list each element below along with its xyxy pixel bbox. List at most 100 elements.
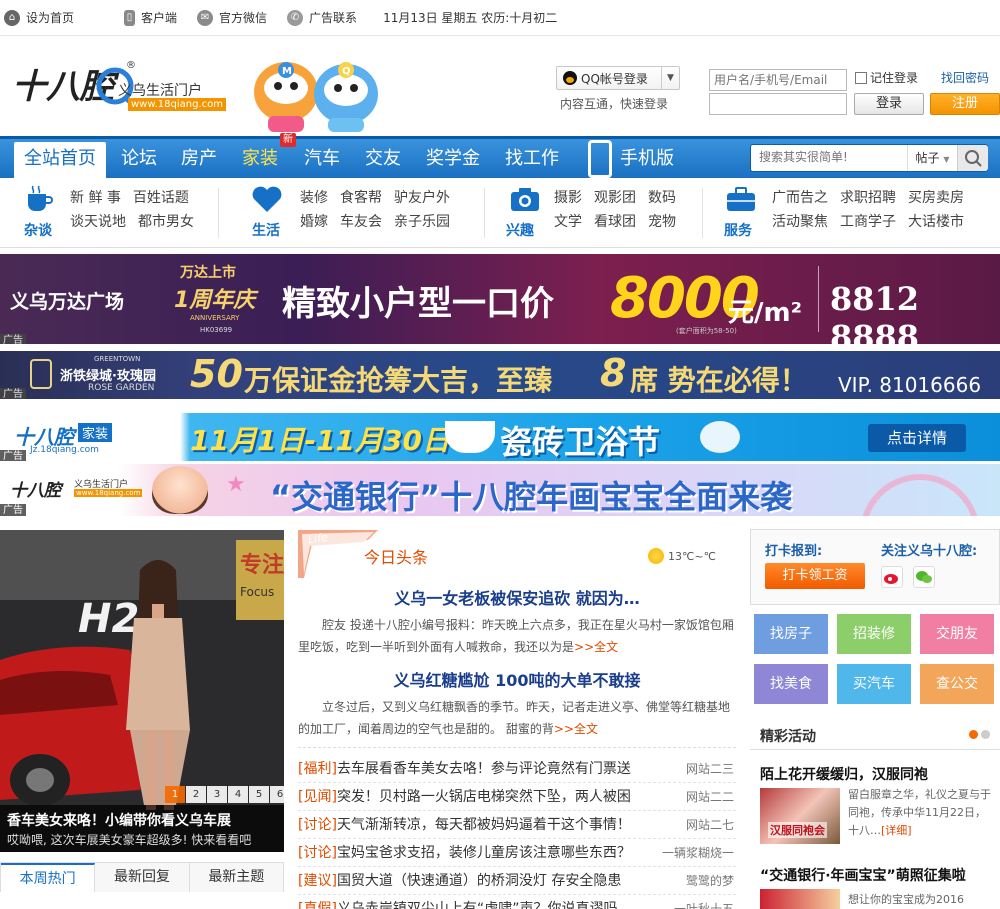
slider-page[interactable]: 1 xyxy=(165,786,185,803)
category-link[interactable]: 文学 xyxy=(554,210,582,234)
weibo-icon[interactable] xyxy=(881,566,903,588)
register-button[interactable]: 注册 xyxy=(930,93,1000,115)
make-friends-button[interactable]: 交朋友 xyxy=(920,614,994,654)
tab-weekly-hot[interactable]: 本周热门 xyxy=(1,863,96,892)
find-food-button[interactable]: 找美食 xyxy=(754,664,828,704)
slider-page[interactable]: 2 xyxy=(186,786,206,803)
category-link[interactable]: 都市男女 xyxy=(138,210,194,234)
nav-dating[interactable]: 交友 xyxy=(365,139,401,178)
activity-image[interactable] xyxy=(760,889,840,909)
category-link[interactable]: 装修 xyxy=(300,186,328,210)
read-more-link[interactable]: >>全文 xyxy=(554,722,598,736)
nav-scholarship[interactable]: 奖学金 xyxy=(426,139,480,178)
client-link[interactable]: ▯ 客户端 xyxy=(124,9,177,26)
category-link[interactable]: 活动聚焦 xyxy=(772,210,828,234)
activity-image[interactable]: 汉服同袍会 xyxy=(760,788,840,844)
checkin-button[interactable]: 打卡领工资 xyxy=(765,563,865,589)
category-link[interactable]: 观影团 xyxy=(594,186,636,210)
ad-contact-link[interactable]: ✆ 广告联系 xyxy=(287,9,357,26)
nav-home[interactable]: 全站首页 xyxy=(14,142,106,178)
slider-page[interactable]: 3 xyxy=(207,786,227,803)
headline-2[interactable]: 义乌红糖尴尬 100吨的大单不敢接 xyxy=(298,667,736,691)
category-title[interactable]: 生活 xyxy=(252,220,280,240)
list-item[interactable]: [讨论]天气渐渐转凉，每天都被妈妈逼着干这个事情！ 网站二七 xyxy=(298,811,736,839)
nav-house[interactable]: 房产 xyxy=(181,139,217,178)
category-link[interactable]: 工商学子 xyxy=(840,210,896,234)
activity-dots xyxy=(966,730,990,739)
category-link[interactable]: 广而告之 xyxy=(772,186,828,210)
nav-jobs[interactable]: 找工作 xyxy=(505,139,559,178)
site-logo[interactable]: 十八腔 ® 义乌生活门户 www.18qiang.com xyxy=(12,58,232,128)
checkbox-box[interactable] xyxy=(855,71,867,84)
list-item[interactable]: [建议]国贸大道（快速通道）的桥洞没灯 存安全隐患 鹭鹭的梦 xyxy=(298,867,736,895)
category-link[interactable]: 买房卖房 xyxy=(908,186,964,210)
find-house-button[interactable]: 找房子 xyxy=(754,614,828,654)
wechat-icon[interactable] xyxy=(913,566,935,588)
nav-forum[interactable]: 论坛 xyxy=(121,139,157,178)
category-link[interactable]: 驴友户外 xyxy=(394,186,450,210)
category-link[interactable]: 食客帮 xyxy=(340,186,382,210)
search-input[interactable] xyxy=(759,150,899,164)
photo-title[interactable]: 香车美女来咯！小编带你看义乌车展 xyxy=(7,810,231,830)
list-item[interactable]: [真假]义乌赤岸镇双尖山上有“虎啸”声？你说真谬吗 一叶秋十五 xyxy=(298,895,736,909)
category-link[interactable]: 车友会 xyxy=(340,210,382,234)
chevron-down-icon[interactable]: ▼ xyxy=(661,67,679,89)
ad-banner-bank-baby[interactable]: 十八腔 义乌生活门户 www.18qiang.com ★ “交通银行”十八腔年画… xyxy=(0,464,1000,516)
category-link[interactable]: 大话楼市 xyxy=(908,210,964,234)
login-button[interactable]: 登录 xyxy=(854,93,924,115)
check-bus-button[interactable]: 查公交 xyxy=(920,664,994,704)
search-button[interactable] xyxy=(957,145,988,171)
ad-banner-rose-garden[interactable]: GREENTOWN 浙铁绿城·玫瑰园 ROSE GARDEN 50 万保证金抢筹… xyxy=(0,351,1000,399)
nav-car[interactable]: 汽车 xyxy=(304,139,340,178)
list-item[interactable]: [讨论]宝妈宝爸求支招，装修儿童房该注意哪些东西？ 一辆浆糊烧一 xyxy=(298,839,736,867)
brand-logo xyxy=(30,359,52,389)
wechat-link[interactable]: ✉ 官方微信 xyxy=(197,9,267,26)
find-decoration-button[interactable]: 招装修 xyxy=(837,614,911,654)
category-title[interactable]: 兴趣 xyxy=(506,220,534,240)
slider-page[interactable]: 4 xyxy=(228,786,248,803)
buy-car-button[interactable]: 买汽车 xyxy=(837,664,911,704)
category-link[interactable]: 宠物 xyxy=(648,210,676,234)
password-input[interactable] xyxy=(709,93,847,115)
category-link[interactable]: 求职招聘 xyxy=(840,186,896,210)
category-life: 生活 装修 食客帮 驴友户外 婚嫁 车友会 亲子乐园 xyxy=(230,178,490,248)
username-input[interactable] xyxy=(709,69,847,91)
tab-latest-topic[interactable]: 最新主题 xyxy=(190,863,283,892)
dot[interactable] xyxy=(981,730,990,739)
category-link[interactable]: 百姓话题 xyxy=(133,186,189,210)
activity-title-2[interactable]: “交通银行·年画宝宝”萌照征集啦 xyxy=(760,866,1000,888)
category-link[interactable]: 数码 xyxy=(648,186,676,210)
list-item[interactable]: [见闻]突发！贝村路一火锅店电梯突然下坠，两人被困 网站二二 xyxy=(298,783,736,811)
banner-headline: 精致小户型一口价 xyxy=(282,284,554,324)
activity-title[interactable]: 陌上花开缓缓归，汉服同袍 xyxy=(760,764,928,784)
dot[interactable] xyxy=(969,730,978,739)
details-button[interactable]: 点击详情 xyxy=(868,424,966,452)
find-password-link[interactable]: 找回密码 xyxy=(941,69,989,86)
logo-tagline: 义乌生活门户 xyxy=(118,83,202,99)
slider-page[interactable]: 6 xyxy=(270,786,284,803)
category-title[interactable]: 杂谈 xyxy=(24,220,52,240)
search-scope-select[interactable]: 帖子 ▼ xyxy=(907,145,957,171)
ad-banner-tile-festival[interactable]: 十八腔 家装 Jz.18qiang.com 11月1日-11月30日 瓷砖卫浴节… xyxy=(0,413,1000,461)
ad-banner-wanda[interactable]: 义乌万达广场 万达上市 1周年庆 ANNIVERSARY HK03699 精致小… xyxy=(0,254,1000,344)
category-link[interactable]: 新 鲜 事 xyxy=(70,186,121,210)
remember-login-checkbox[interactable]: 记住登录 xyxy=(855,69,918,86)
qq-login-button[interactable]: QQ帐号登录 ▼ xyxy=(556,66,680,90)
read-more-link[interactable]: >>全文 xyxy=(574,640,618,654)
divider xyxy=(218,188,219,238)
set-homepage-link[interactable]: ⌂ 设为首页 xyxy=(4,9,74,26)
list-item[interactable]: [福利]去车展看香车美女去咯！参与评论竟然有门票送 网站二三 xyxy=(298,755,736,783)
details-link[interactable]: [详细] xyxy=(881,824,912,837)
slider-page[interactable]: 5 xyxy=(249,786,269,803)
category-link[interactable]: 婚嫁 xyxy=(300,210,328,234)
category-title[interactable]: 服务 xyxy=(724,220,752,240)
category-link[interactable]: 亲子乐园 xyxy=(394,210,450,234)
tab-latest-reply[interactable]: 最新回复 xyxy=(95,863,190,892)
headline-1[interactable]: 义乌一女老板被保安追砍 就因为… xyxy=(298,585,736,609)
category-link[interactable]: 看球团 xyxy=(594,210,636,234)
category-link[interactable]: 谈天说地 xyxy=(70,210,126,234)
category-link[interactable]: 摄影 xyxy=(554,186,582,210)
nav-mobile[interactable]: 手机版 xyxy=(620,139,674,178)
nav-decoration[interactable]: 家装 xyxy=(242,139,278,178)
photo-slider[interactable]: 专注 Focus H2 1 2 3 4 5 6 香车美女来咯！小编带你看义乌车展… xyxy=(0,530,284,852)
